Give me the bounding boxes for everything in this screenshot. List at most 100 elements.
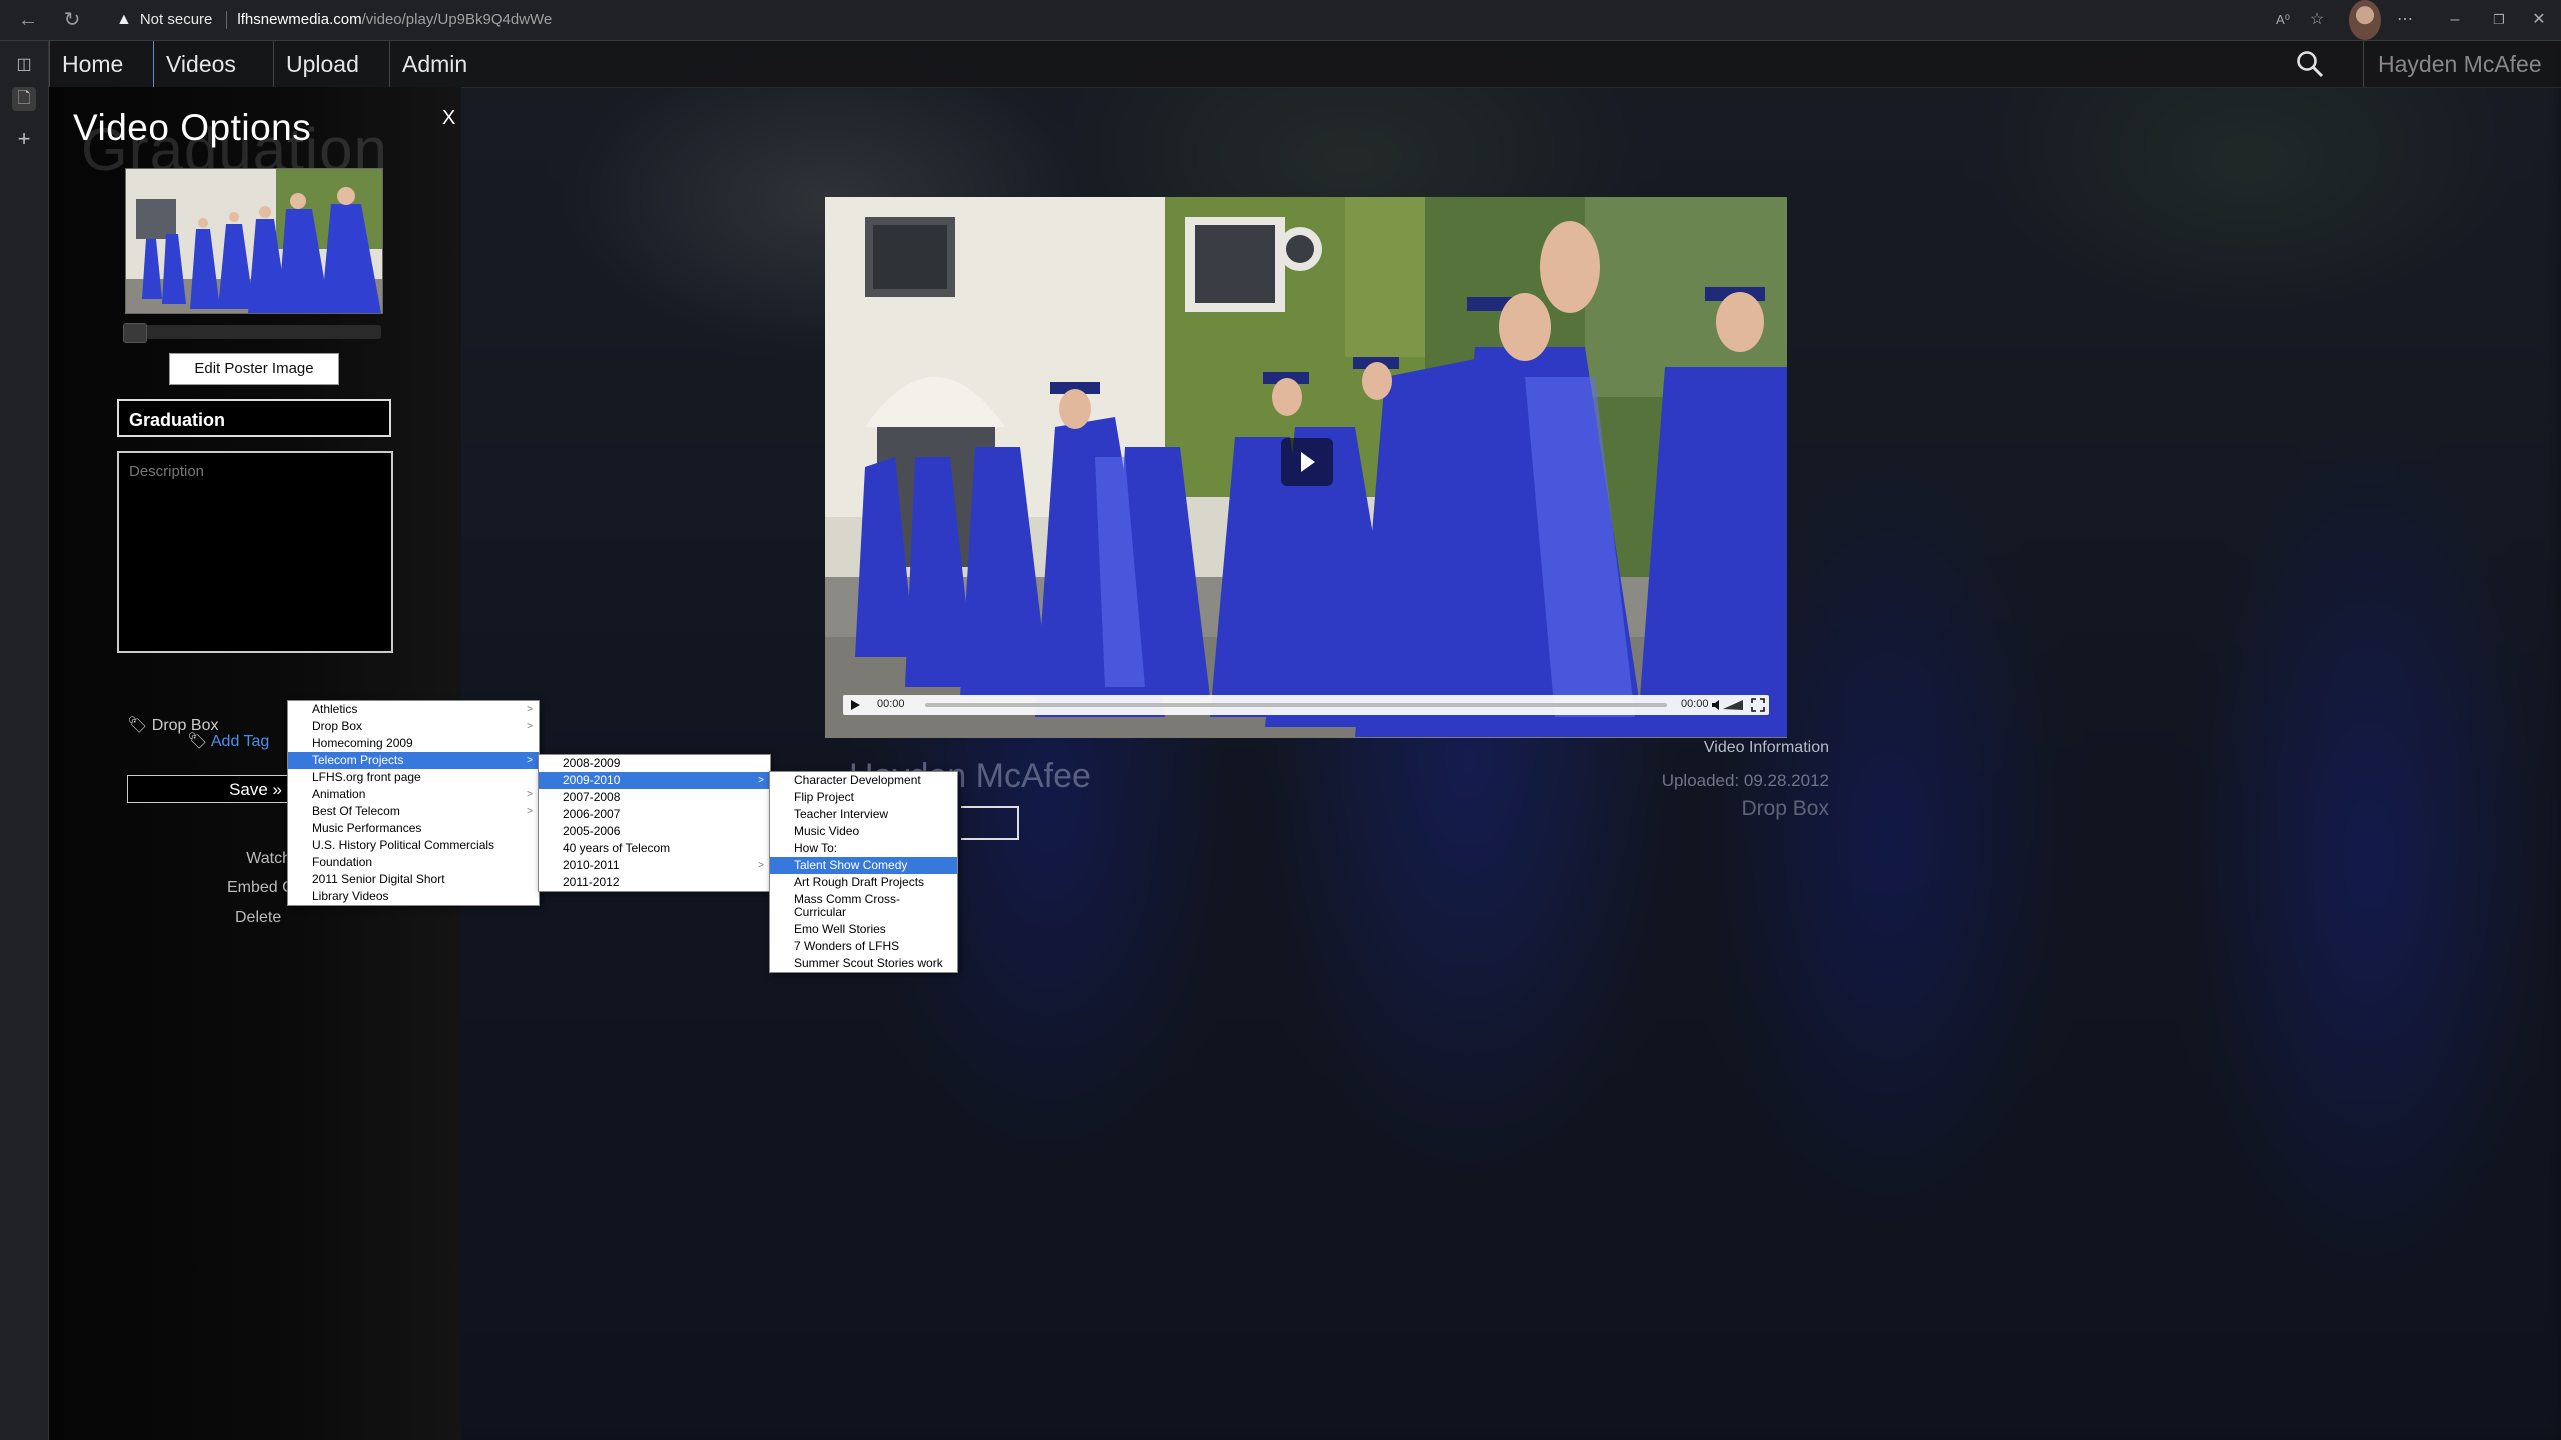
user-name[interactable]: Hayden McAfee bbox=[2363, 41, 2542, 87]
menu-item[interactable]: Teacher Interview bbox=[770, 806, 957, 823]
seek-bar[interactable] bbox=[925, 703, 1667, 707]
menu-item-label: Character Development bbox=[794, 773, 921, 787]
delete-link[interactable]: Delete bbox=[209, 909, 317, 927]
profile-avatar[interactable] bbox=[2349, 0, 2381, 40]
poster-frame-slider[interactable] bbox=[123, 325, 381, 339]
menu-item[interactable]: 2007-2008 bbox=[539, 789, 770, 806]
close-window-icon[interactable]: ✕ bbox=[2523, 0, 2555, 40]
menu-item[interactable]: Mass Comm Cross-Curricular bbox=[770, 891, 957, 921]
fullscreen-icon[interactable] bbox=[1751, 698, 1765, 712]
watch-link[interactable]: Watch bbox=[219, 850, 291, 868]
play-small-icon[interactable] bbox=[849, 699, 861, 711]
site-nav: Home Videos Upload Admin Hayden McAfee bbox=[49, 41, 2561, 88]
menu-item-label: Athletics bbox=[312, 702, 358, 716]
duration: 00:00 bbox=[1681, 698, 1709, 710]
menu-item-label: Best Of Telecom bbox=[312, 804, 400, 818]
menu-item[interactable]: 2011-2012 bbox=[539, 874, 770, 891]
menu-item-label: 2009-2010 bbox=[563, 773, 621, 787]
read-aloud-icon[interactable]: A⁰ bbox=[2267, 0, 2299, 40]
description-field[interactable]: Description bbox=[117, 451, 393, 653]
menu-item[interactable]: 2010-2011 > bbox=[539, 857, 770, 874]
nav-home[interactable]: Home bbox=[49, 41, 135, 87]
more-icon[interactable]: ⋯ bbox=[2389, 0, 2421, 40]
video-information-heading: Video Information bbox=[1703, 739, 1829, 756]
nav-admin[interactable]: Admin bbox=[389, 41, 479, 87]
menu-item-label: 2007-2008 bbox=[563, 790, 621, 804]
title-field[interactable]: Graduation bbox=[117, 399, 391, 437]
menu-item-label: Teacher Interview bbox=[794, 807, 889, 821]
poster-frame-slider-handle[interactable] bbox=[123, 323, 147, 343]
new-tab-icon[interactable]: + bbox=[12, 127, 36, 151]
menu-item[interactable]: 7 Wonders of LFHS bbox=[770, 938, 957, 955]
player-controls: 00:00 00:00 bbox=[843, 695, 1769, 715]
tag-menu-level2: 2008-2009 2009-2010 >2007-2008 2006-2007 200… bbox=[538, 754, 771, 892]
info-tag[interactable]: Drop Box bbox=[1649, 797, 1829, 821]
reload-icon[interactable]: ↻ bbox=[58, 6, 86, 34]
nav-videos[interactable]: Videos bbox=[153, 41, 248, 87]
play-overlay-button[interactable] bbox=[1281, 438, 1333, 486]
address-bar[interactable]: ▲ Not secure lfhsnewmedia.com/video/play/U… bbox=[100, 4, 2260, 36]
poster-thumbnail bbox=[125, 168, 383, 314]
menu-item[interactable]: 2008-2009 bbox=[539, 755, 770, 772]
add-tag-link[interactable]: 🏷 Add Tag bbox=[187, 731, 269, 751]
play-icon bbox=[1301, 452, 1315, 472]
page-tab-icon[interactable]: 🗋 bbox=[12, 87, 36, 111]
menu-item-label: LFHS.org front page bbox=[312, 770, 421, 784]
video-player[interactable]: 00:00 00:00 bbox=[825, 197, 1787, 738]
menu-item[interactable]: Summer Scout Stories work bbox=[770, 955, 957, 972]
menu-item[interactable]: 40 years of Telecom bbox=[539, 840, 770, 857]
menu-item[interactable]: How To: bbox=[770, 840, 957, 857]
menu-item-label: Emo Well Stories bbox=[794, 922, 886, 936]
menu-item[interactable]: Emo Well Stories bbox=[770, 921, 957, 938]
tag-icon: 🏷 bbox=[127, 717, 148, 734]
search-icon[interactable] bbox=[2295, 49, 2325, 79]
menu-item[interactable]: 2011 Senior Digital Short bbox=[288, 871, 539, 888]
menu-item[interactable]: Drop Box > bbox=[288, 718, 539, 735]
nav-upload[interactable]: Upload bbox=[273, 41, 371, 87]
menu-item[interactable]: LFHS.org front page bbox=[288, 769, 539, 786]
minimize-icon[interactable]: – bbox=[2439, 0, 2471, 40]
menu-item[interactable]: Flip Project bbox=[770, 789, 957, 806]
tab-actions-icon[interactable]: ◫ bbox=[12, 53, 36, 77]
submenu-arrow-icon: > bbox=[527, 789, 533, 800]
menu-item[interactable]: Telecom Projects > bbox=[288, 752, 539, 769]
menu-item[interactable]: Homecoming 2009 bbox=[288, 735, 539, 752]
menu-item[interactable]: 2009-2010 > bbox=[539, 772, 770, 789]
menu-item[interactable]: Character Development bbox=[770, 772, 957, 789]
menu-item-label: U.S. History Political Commercials bbox=[312, 838, 495, 852]
menu-item[interactable]: Animation > bbox=[288, 786, 539, 803]
submenu-arrow-icon: > bbox=[758, 860, 764, 871]
menu-item[interactable]: Foundation bbox=[288, 854, 539, 871]
menu-item-label: How To: bbox=[794, 841, 838, 855]
menu-item-label: Drop Box bbox=[312, 719, 363, 733]
menu-item-label: Mass Comm Cross-Curricular bbox=[794, 892, 901, 919]
menu-item-label: Summer Scout Stories work bbox=[794, 956, 943, 970]
menu-item[interactable]: Best Of Telecom > bbox=[288, 803, 539, 820]
favorites-icon[interactable]: ☆ bbox=[2301, 0, 2333, 40]
menu-item[interactable]: 2005-2006 bbox=[539, 823, 770, 840]
menu-item-label: 40 years of Telecom bbox=[563, 841, 671, 855]
back-icon[interactable]: ← bbox=[14, 6, 42, 34]
url-host: lfhsnewmedia.com bbox=[237, 11, 362, 28]
browser-toolbar: ← ↻ ▲ Not secure lfhsnewmedia.com/video/pl… bbox=[0, 0, 2561, 41]
menu-item[interactable]: U.S. History Political Commercials bbox=[288, 837, 539, 854]
restore-icon[interactable]: ❐ bbox=[2483, 0, 2515, 40]
volume-icon[interactable] bbox=[1711, 699, 1745, 711]
menu-item-label: Flip Project bbox=[794, 790, 855, 804]
security-label: Not secure bbox=[139, 11, 213, 28]
menu-item[interactable]: Art Rough Draft Projects bbox=[770, 874, 957, 891]
save-button[interactable]: Save » bbox=[127, 775, 291, 803]
current-time: 00:00 bbox=[877, 698, 905, 710]
menu-item-label: Music Video bbox=[794, 824, 860, 838]
menu-item[interactable]: Athletics > bbox=[288, 701, 539, 718]
submenu-arrow-icon: > bbox=[527, 755, 533, 766]
menu-item-label: Telecom Projects bbox=[312, 753, 404, 767]
menu-item[interactable]: Music Video bbox=[770, 823, 957, 840]
menu-item[interactable]: Music Performances bbox=[288, 820, 539, 837]
close-button[interactable]: X bbox=[442, 107, 455, 130]
edit-poster-button[interactable]: Edit Poster Image bbox=[169, 353, 339, 385]
menu-item[interactable]: Library Videos bbox=[288, 888, 539, 905]
menu-item-label: Foundation bbox=[312, 855, 373, 869]
menu-item[interactable]: 2006-2007 bbox=[539, 806, 770, 823]
menu-item[interactable]: Talent Show Comedy bbox=[770, 857, 957, 874]
